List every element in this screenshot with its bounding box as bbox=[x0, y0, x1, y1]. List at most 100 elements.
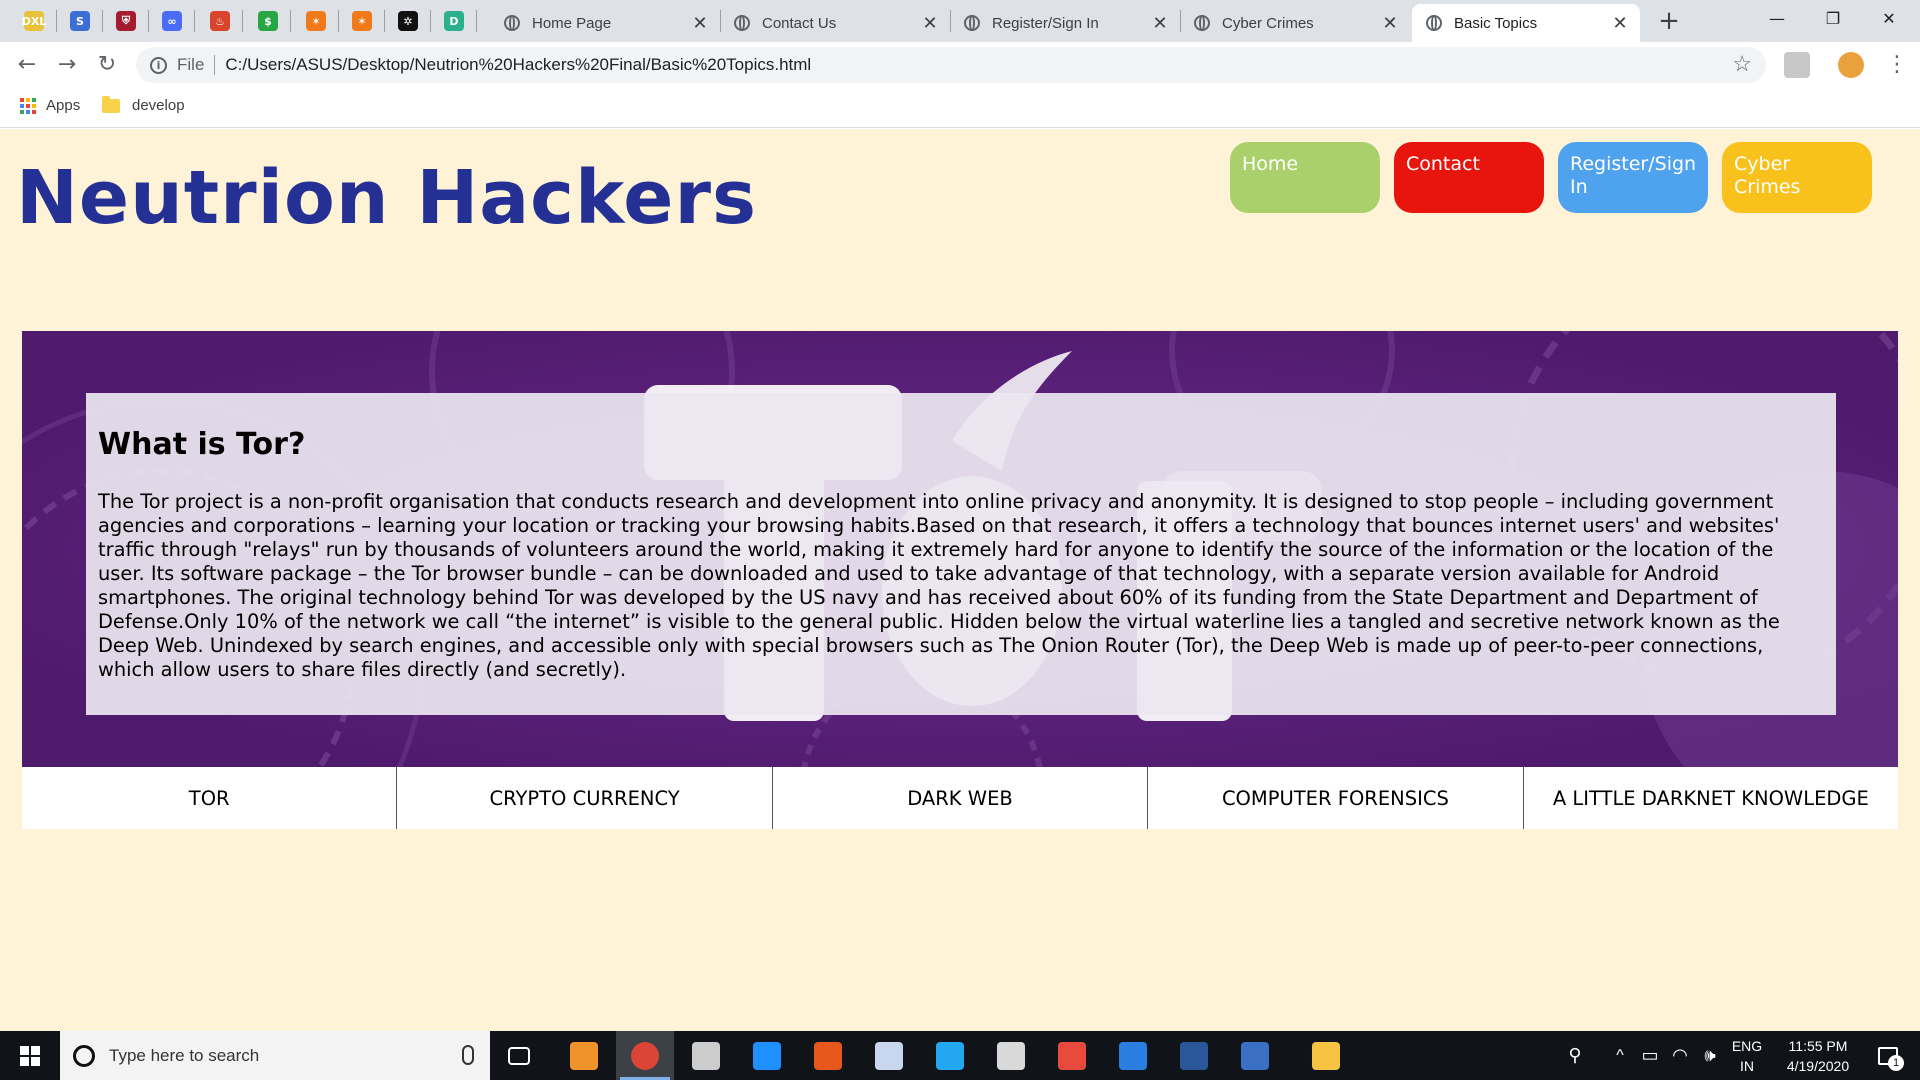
avatar[interactable] bbox=[1838, 52, 1864, 78]
pinned-tab[interactable]: $ bbox=[246, 5, 290, 37]
battery-icon[interactable]: ▭ bbox=[1636, 1031, 1664, 1080]
topic-dark-web[interactable]: DARK WEB bbox=[771, 767, 1147, 829]
clock[interactable]: 11:55 PM 4/19/2020 bbox=[1772, 1031, 1864, 1080]
wing-app-icon bbox=[1119, 1041, 1147, 1070]
pinned-tab[interactable]: D bbox=[432, 5, 476, 37]
d-square-icon: D bbox=[444, 11, 464, 31]
section-heading: What is Tor? bbox=[98, 427, 306, 462]
taskbar-app[interactable] bbox=[677, 1031, 735, 1080]
bookmark-label: develop bbox=[132, 97, 185, 114]
tab-separator bbox=[148, 10, 149, 32]
pinned-tab[interactable]: ∞ bbox=[150, 5, 194, 37]
taskbar-app[interactable] bbox=[921, 1031, 979, 1080]
topic-nav: TOR CRYPTO CURRENCY DARK WEB COMPUTER FO… bbox=[22, 767, 1898, 829]
close-icon[interactable]: ✕ bbox=[1148, 13, 1172, 34]
taskbar-app[interactable] bbox=[1226, 1031, 1284, 1080]
back-button[interactable]: ← bbox=[12, 50, 42, 80]
taskbar-app[interactable] bbox=[860, 1031, 918, 1080]
bookmark-star-icon[interactable]: ☆ bbox=[1732, 51, 1752, 77]
taskbar-app[interactable] bbox=[490, 1031, 548, 1080]
tab-separator bbox=[430, 10, 431, 32]
minimize-button[interactable]: — bbox=[1754, 0, 1800, 36]
taskbar-app[interactable] bbox=[799, 1031, 857, 1080]
excel-icon: DXL bbox=[22, 11, 46, 31]
close-icon[interactable]: ✕ bbox=[1378, 13, 1402, 34]
harvard-shield-icon: ⛨ bbox=[116, 11, 136, 31]
notification-icon: 1 bbox=[1878, 1046, 1904, 1071]
tab-separator bbox=[338, 10, 339, 32]
tab-strip: DXL S ⛨ ∞ ♨ $ ✶ ✶ ✲ D Home Page ✕ Contact Us ✕ Re… bbox=[0, 0, 1920, 42]
language-indicator[interactable]: ENG IN bbox=[1730, 1031, 1764, 1080]
tab-cyber-crimes[interactable]: Cyber Crimes ✕ bbox=[1180, 4, 1410, 42]
nav-register-button[interactable]: Register/Sign In bbox=[1558, 142, 1708, 213]
close-icon[interactable]: ✕ bbox=[1608, 13, 1632, 34]
bookmark-apps[interactable]: Apps bbox=[20, 97, 80, 114]
topic-tor[interactable]: TOR bbox=[22, 767, 396, 829]
taskbar-app[interactable] bbox=[1043, 1031, 1101, 1080]
pinned-tab[interactable]: S bbox=[58, 5, 102, 37]
taskbar-search[interactable]: Type here to search bbox=[60, 1031, 490, 1080]
page-viewport: Neutrion Hackers Home Contact Register/S… bbox=[0, 129, 1920, 1031]
pinned-tab[interactable]: DXL bbox=[12, 5, 56, 37]
nav-home-button[interactable]: Home bbox=[1230, 142, 1380, 213]
topic-darknet-knowledge[interactable]: A LITTLE DARKNET KNOWLEDGE bbox=[1522, 767, 1898, 829]
maximize-button[interactable]: ❐ bbox=[1810, 0, 1856, 36]
windows-start-icon[interactable] bbox=[20, 1046, 40, 1066]
reload-button[interactable]: ↻ bbox=[92, 50, 122, 80]
taskbar-app[interactable] bbox=[1104, 1031, 1162, 1080]
search-placeholder: Type here to search bbox=[109, 1045, 260, 1065]
bookmark-develop[interactable]: develop bbox=[102, 95, 185, 114]
clock-time: 11:55 PM bbox=[1788, 1037, 1848, 1054]
tab-register-sign-in[interactable]: Register/Sign In ✕ bbox=[950, 4, 1180, 42]
people-icon[interactable]: ⚲ bbox=[1560, 1031, 1590, 1080]
volume-icon[interactable]: 🕪 bbox=[1696, 1031, 1724, 1080]
taskbar-app[interactable] bbox=[555, 1031, 613, 1080]
divider bbox=[214, 55, 216, 75]
tab-home-page[interactable]: Home Page ✕ bbox=[490, 4, 720, 42]
globe-icon bbox=[1194, 15, 1210, 31]
hero-banner: What is Tor? The Tor project is a non-pr… bbox=[22, 331, 1898, 767]
close-icon[interactable]: ✕ bbox=[918, 13, 942, 34]
tab-basic-topics[interactable]: Basic Topics ✕ bbox=[1412, 4, 1640, 42]
taskbar-app[interactable] bbox=[1165, 1031, 1223, 1080]
chevron-up-icon[interactable]: ^ bbox=[1608, 1031, 1632, 1080]
dollar-circle-icon: $ bbox=[258, 11, 278, 31]
pinned-tab[interactable]: ⛨ bbox=[104, 5, 148, 37]
tab-contact-us[interactable]: Contact Us ✕ bbox=[720, 4, 950, 42]
notifications-button[interactable]: 1 bbox=[1868, 1031, 1908, 1080]
pdf-extension-icon[interactable] bbox=[1784, 52, 1810, 78]
tab-separator bbox=[242, 10, 243, 32]
taskbar-app[interactable] bbox=[738, 1031, 796, 1080]
info-icon[interactable]: i bbox=[150, 56, 167, 74]
tab-separator bbox=[56, 10, 57, 32]
nav-contact-button[interactable]: Contact bbox=[1394, 142, 1544, 213]
word-icon bbox=[1180, 1041, 1208, 1070]
url-text[interactable]: C:/Users/ASUS/Desktop/Neutrion%20Hackers… bbox=[225, 55, 811, 75]
topic-crypto-currency[interactable]: CRYPTO CURRENCY bbox=[396, 767, 771, 829]
microphone-icon[interactable] bbox=[462, 1045, 474, 1065]
snipping-tool-icon bbox=[1058, 1041, 1086, 1070]
taskbar-app[interactable] bbox=[982, 1031, 1040, 1080]
taskbar-app[interactable] bbox=[616, 1031, 674, 1080]
close-icon[interactable]: ✕ bbox=[688, 13, 712, 34]
window-close-button[interactable]: ✕ bbox=[1866, 0, 1912, 36]
terminal-icon bbox=[692, 1041, 720, 1070]
topic-computer-forensics[interactable]: COMPUTER FORENSICS bbox=[1147, 767, 1522, 829]
sublime-text-icon bbox=[570, 1041, 598, 1070]
nav-cyber-crimes-button[interactable]: Cyber Crimes bbox=[1722, 142, 1872, 213]
tab-title: Home Page bbox=[532, 14, 612, 32]
pinned-tab[interactable]: ♨ bbox=[198, 5, 242, 37]
new-tab-button[interactable]: + bbox=[1654, 6, 1684, 36]
apps-grid-icon bbox=[20, 97, 36, 114]
language-code: ENG bbox=[1731, 1037, 1763, 1054]
taskbar-app[interactable] bbox=[1297, 1031, 1355, 1080]
menu-icon[interactable]: ⋮ bbox=[1886, 50, 1908, 80]
wifi-icon[interactable]: ◠ bbox=[1666, 1031, 1694, 1080]
pinned-tab[interactable]: ✶ bbox=[294, 5, 338, 37]
address-bar[interactable]: i File C:/Users/ASUS/Desktop/Neutrion%20… bbox=[136, 47, 1766, 83]
folder-icon bbox=[102, 95, 120, 113]
pinned-tab[interactable]: ✲ bbox=[386, 5, 430, 37]
forward-button[interactable]: → bbox=[52, 50, 82, 80]
orange-star-icon: ✶ bbox=[306, 11, 326, 31]
pinned-tab[interactable]: ✶ bbox=[340, 5, 384, 37]
